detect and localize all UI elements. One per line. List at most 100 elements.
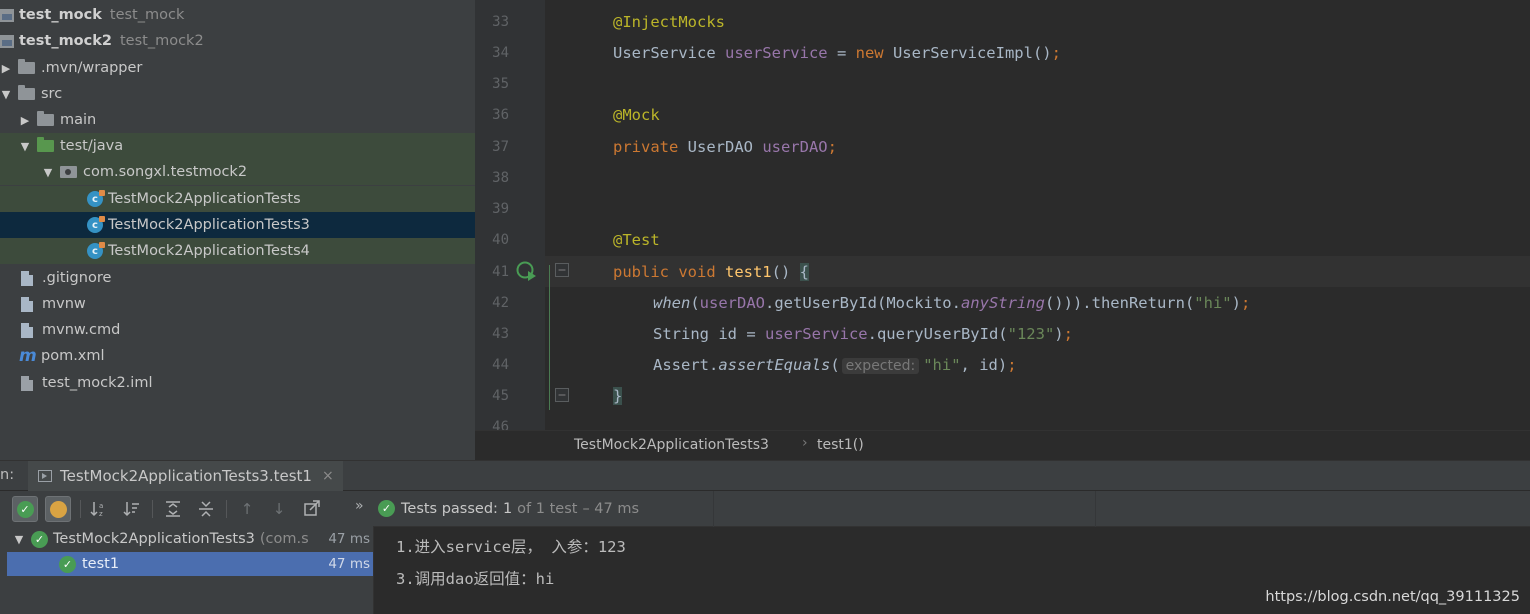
tree-item-mvn-wrapper[interactable]: ▶ .mvn/wrapper [0,55,475,81]
code-line-37: private UserDAO userDAO; [613,138,837,156]
tree-item-sublabel: test_mock2 [119,33,204,49]
tree-item-test-class[interactable]: c TestMock2ApplicationTests4 [0,238,475,264]
tree-item-package[interactable]: ▼ com.songxl.testmock2 [0,159,475,185]
expand-all-button[interactable] [160,496,186,522]
run-tab-title: TestMock2ApplicationTests3.test1 [60,467,312,485]
line-number: 40 [492,232,509,248]
package-icon [60,166,77,178]
test-suite-row[interactable]: ▼ ✓ TestMock2ApplicationTests3 (com.s 47… [0,527,373,551]
sort-alpha-button[interactable]: a z [86,496,112,522]
run-window-header: n: TestMock2ApplicationTests3.test1 × [0,460,1530,491]
tree-item-pom[interactable]: m pom.xml [0,343,475,369]
arrow-up-icon: ↑ [240,500,254,518]
tree-item-sublabel: test_mock [109,7,185,23]
code-area[interactable]: @InjectMocks UserService userService = n… [545,0,1530,430]
run-gutter-icon[interactable] [515,260,537,282]
tree-item-label: .gitignore [42,270,112,286]
breadcrumb-class[interactable]: TestMock2ApplicationTests3 [574,437,769,453]
editor-breadcrumbs: TestMock2ApplicationTests3 › test1() [475,430,1530,460]
tree-item-label: .mvn/wrapper [41,60,143,76]
pass-check-icon: ✓ [31,530,48,548]
collapse-arrow-icon[interactable]: ▼ [19,140,31,153]
tree-item-mvnw[interactable]: mvnw [0,291,475,317]
tree-item-label: main [60,112,97,128]
test-suite-name: TestMock2ApplicationTests3 [53,531,255,547]
next-failed-button[interactable]: ↓ [266,496,292,522]
tree-item-test-class-selected[interactable]: c TestMock2ApplicationTests3 [0,212,475,238]
tree-item-mvnw-cmd[interactable]: mvnw.cmd [0,317,475,343]
status-count: 1 [502,500,513,517]
tree-item-label: test_mock2 [19,33,112,49]
tree-item-src[interactable]: ▼ src [0,81,475,107]
line-number: 33 [492,14,509,30]
tree-item-label: TestMock2ApplicationTests [108,191,301,207]
code-line-43: String id = userService.queryUserById("1… [653,325,1073,343]
test-case-row[interactable]: ✓ test1 47 ms [7,552,373,576]
parameter-hint: expected: [841,358,920,374]
folder-icon [37,111,54,126]
watermark: https://blog.csdn.net/qq_39111325 [1265,589,1520,605]
test-duration: 47 ms [328,531,370,547]
line-number: 36 [492,107,509,123]
tree-item-test-mock[interactable]: test_mock test_mock [0,2,475,28]
test-folder-icon [37,137,54,152]
code-line-42: when(userDAO.getUserById(Mockito.anyStri… [653,294,1251,312]
code-line-40: @Test [613,231,660,249]
collapse-all-button[interactable] [193,496,219,522]
collapse-arrow-icon[interactable]: ▼ [0,88,12,101]
folder-icon [18,85,35,100]
tree-item-test-class[interactable]: c TestMock2ApplicationTests [0,186,475,212]
expand-arrow-icon[interactable]: ▶ [19,114,31,127]
pass-check-icon: ✓ [16,500,34,518]
collapse-arrow-icon[interactable]: ▼ [42,166,54,179]
maven-icon: m [19,346,37,366]
collapse-all-icon [199,501,213,517]
tree-item-gitignore[interactable]: .gitignore [0,265,475,291]
tree-item-iml[interactable]: test_mock2.iml [0,370,475,396]
test-results-tree: ▼ ✓ TestMock2ApplicationTests3 (com.s 47… [0,527,373,614]
editor-gutter: 33 34 35 36 37 38 39 40 41 42 43 44 45 4… [475,0,569,430]
console-output[interactable]: 1.进入service层， 入参：123 3.调用dao返回值：hi https… [373,527,1530,614]
line-number: 46 [492,419,509,430]
test-status-bar: ✓ Tests passed: 1 of 1 test – 47 ms [373,491,1530,527]
tree-item-test-java[interactable]: ▼ test/java [0,133,475,159]
collapse-arrow-icon[interactable]: ▼ [13,533,25,546]
project-tool-window: test_mock test_mock test_mock2 test_mock… [0,0,475,460]
prev-failed-button[interactable]: ↑ [234,496,260,522]
line-number: 35 [492,76,509,92]
test-runner-toolbar: ✓ a z ↑ ↓ » [0,491,373,527]
run-config-tab[interactable]: TestMock2ApplicationTests3.test1 × [28,461,343,491]
sort-duration-button[interactable] [119,496,145,522]
status-duration: – 47 ms [582,500,640,517]
console-line: 3.调用dao返回值：hi [396,570,555,588]
test-suite-package: (com.s [259,531,309,547]
arrow-down-icon: ↓ [272,500,286,518]
show-ignored-button[interactable] [45,496,71,522]
breadcrumb-separator: › [802,435,808,451]
export-button[interactable] [299,496,325,522]
svg-text:a: a [99,502,103,510]
svg-text:z: z [99,510,103,518]
test-class-icon: c [87,242,105,259]
test-duration: 47 ms [328,556,370,572]
code-editor[interactable]: 33 34 35 36 37 38 39 40 41 42 43 44 45 4… [475,0,1530,430]
close-icon[interactable]: × [322,468,334,484]
tree-item-main[interactable]: ▶ main [0,107,475,133]
show-passed-button[interactable]: ✓ [12,496,38,522]
line-number: 38 [492,170,509,186]
breadcrumb-method[interactable]: test1() [817,437,864,453]
code-line-44: Assert.assertEquals(expected: "hi", id); [653,356,1017,374]
more-actions-icon[interactable]: » [355,498,364,514]
line-number: 37 [492,139,509,155]
expand-arrow-icon[interactable]: ▶ [0,62,12,75]
expand-all-icon [166,501,180,517]
test-class-icon: c [87,216,105,233]
module-icon [0,34,14,48]
code-line-34: UserService userService = new UserServic… [613,44,1061,62]
folder-icon [18,59,35,74]
tree-item-test-mock2[interactable]: test_mock2 test_mock2 [0,28,475,54]
line-number: 45 [492,388,509,404]
tree-item-label: TestMock2ApplicationTests4 [108,243,310,259]
tree-item-label: test_mock2.iml [42,375,153,391]
console-line: 1.进入service层， 入参：123 [396,538,626,556]
